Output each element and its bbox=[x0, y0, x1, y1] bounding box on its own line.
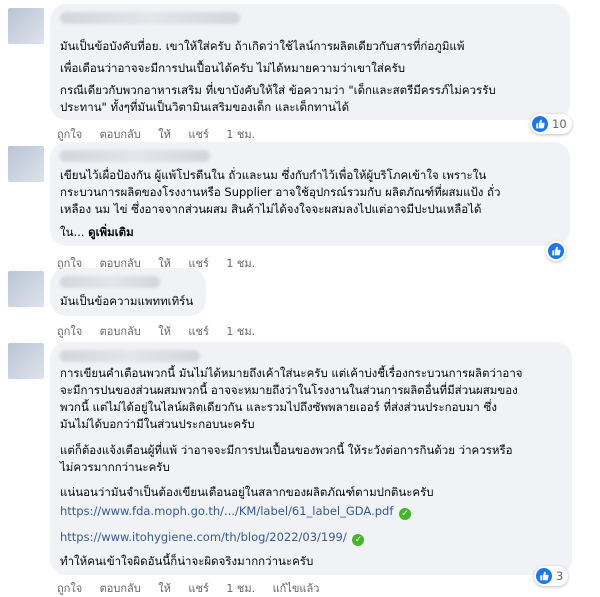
edited-label: แก้ไขแล้ว bbox=[272, 582, 320, 595]
reply-action[interactable]: ตอบกลับ bbox=[100, 579, 141, 597]
comment-text: เพื่อเตือนว่าอาจจะมีการปนเปื้อนได้ครับ ไ… bbox=[60, 61, 406, 75]
comment-text: พวกนี้ แต่ไม่ได้อยู่ในไลน์ผลิตเดียวกัน แ… bbox=[60, 400, 497, 414]
comment-text: ไม่ควรมากกว่านะครับ bbox=[60, 460, 170, 474]
truncated-text: ใน... bbox=[60, 225, 85, 239]
like-count: 10 bbox=[552, 117, 567, 131]
comment-timestamp[interactable]: 1 ชม. bbox=[226, 125, 255, 143]
thumbs-up-icon bbox=[532, 116, 548, 132]
share-action[interactable]: แชร์ bbox=[188, 125, 208, 143]
reaction-count-badge[interactable] bbox=[546, 241, 566, 261]
comment-text: แต่ก็ต้องแจ้งเตือนผู้ที่แพ้ ว่าอาจจะมีกา… bbox=[60, 443, 513, 457]
fda-link[interactable]: https://www.fda.moph.go.th/.../KM/label/… bbox=[60, 504, 393, 518]
comment-text: เหลือง นม ไข่ ซึ่งอาจจากส่วนผสม สินค้าไม… bbox=[60, 202, 482, 216]
comment-text: ประทาน" ทั้งๆที่มันเป็นวิตามินเสริมของเด… bbox=[60, 100, 350, 114]
commenter-name[interactable] bbox=[60, 350, 200, 362]
comment-actions: ถูกใจ ตอบกลับ ให้ แชร์ 1 ชม. bbox=[57, 125, 269, 143]
comment-actions: ถูกใจ ตอบกลับ ให้ แชร์ 1 ชม. bbox=[57, 322, 269, 340]
comment-text: กรณีเดียวกับพวกอาหารเสริม ที่เขาบังคับให… bbox=[60, 83, 496, 97]
thumbs-up-icon bbox=[536, 568, 552, 584]
comment-bubble: การเขียนคำเตือนพวกนี้ มันไม่ได้หมายถึงเค… bbox=[50, 342, 572, 575]
give-action[interactable]: ให้ bbox=[158, 125, 171, 143]
commenter-avatar[interactable] bbox=[8, 146, 44, 182]
comment-text-truncated: ใน... ดูเพิ่มเติม bbox=[60, 224, 560, 241]
reaction-count-badge[interactable]: 10 bbox=[530, 114, 572, 134]
comment-text: มันไม่ได้บอกว่ามีในส่วนประกอบนะครับ bbox=[60, 417, 255, 431]
share-action[interactable]: แชร์ bbox=[188, 579, 208, 597]
comment-text: จะมีการปนของส่วนผสมพวกนี้ อาจจะหมายถึงว่… bbox=[60, 383, 518, 397]
like-count: 3 bbox=[556, 569, 564, 583]
reply-action[interactable]: ตอบกลับ bbox=[100, 322, 141, 340]
comment-bubble: มันเป็นข้อความแพททเทิร์น bbox=[50, 268, 206, 316]
like-action[interactable]: ถูกใจ bbox=[57, 125, 82, 143]
comment-text: การเขียนคำเตือนพวกนี้ มันไม่ได้หมายถึงเค… bbox=[60, 366, 523, 380]
commenter-name[interactable] bbox=[60, 12, 240, 24]
like-action[interactable]: ถูกใจ bbox=[57, 579, 82, 597]
reply-action[interactable]: ตอบกลับ bbox=[100, 125, 141, 143]
itohygiene-link[interactable]: https://www.itohygiene.com/th/blog/2022/… bbox=[60, 530, 347, 544]
share-action[interactable]: แชร์ bbox=[188, 322, 208, 340]
comment-text: แน่นอนว่ามันจำเป็นต้องเขียนเตือนอยู่ในสล… bbox=[60, 485, 434, 499]
comment-text: มันเป็นข้อบังคับที่อย. เขาให้ใส่ครับ ถ้า… bbox=[60, 39, 465, 53]
link-row: https://www.itohygiene.com/th/blog/2022/… bbox=[60, 529, 562, 546]
check-circle-icon: ✓ bbox=[399, 508, 412, 520]
commenter-name[interactable] bbox=[60, 150, 210, 162]
commenter-avatar[interactable] bbox=[8, 8, 44, 44]
give-action[interactable]: ให้ bbox=[158, 579, 171, 597]
comment-timestamp[interactable]: 1 ชม. bbox=[226, 322, 255, 340]
link-row: https://www.fda.moph.go.th/.../KM/label/… bbox=[60, 503, 562, 520]
comment-text: ทำให้คนเข้าใจผิดอันนี้ก็น่าจะผิดจริงมากก… bbox=[60, 554, 314, 568]
commenter-name[interactable] bbox=[60, 276, 160, 288]
comment-text: มันเป็นข้อความแพททเทิร์น bbox=[60, 294, 194, 308]
like-action[interactable]: ถูกใจ bbox=[57, 322, 82, 340]
comment-text: เขียนไว้เผื่อป้องกัน ผู้แพ้โปรตีนใน ถั่ว… bbox=[60, 168, 487, 182]
comment-actions: ถูกใจ ตอบกลับ ให้ แชร์ 1 ชม. แก้ไขแล้ว bbox=[57, 579, 333, 597]
comment-bubble: เขียนไว้เผื่อป้องกัน ผู้แพ้โปรตีนใน ถั่ว… bbox=[50, 142, 570, 246]
check-circle-icon: ✓ bbox=[352, 534, 365, 546]
see-more-link[interactable]: ดูเพิ่มเติม bbox=[88, 225, 134, 239]
commenter-avatar[interactable] bbox=[8, 271, 44, 307]
thumbs-up-icon bbox=[548, 243, 564, 259]
reaction-count-badge[interactable]: 3 bbox=[534, 566, 569, 586]
comment-bubble: มันเป็นข้อบังคับที่อย. เขาให้ใส่ครับ ถ้า… bbox=[50, 4, 570, 120]
comment-text: กระบวนการผลิตของโรงงานหรือ Supplier อาจใ… bbox=[60, 185, 501, 199]
comment-timestamp[interactable]: 1 ชม. bbox=[226, 579, 255, 597]
give-action[interactable]: ให้ bbox=[158, 322, 171, 340]
commenter-avatar[interactable] bbox=[8, 343, 44, 379]
comment-timestamp[interactable]: 1 ชม. bbox=[226, 254, 255, 272]
